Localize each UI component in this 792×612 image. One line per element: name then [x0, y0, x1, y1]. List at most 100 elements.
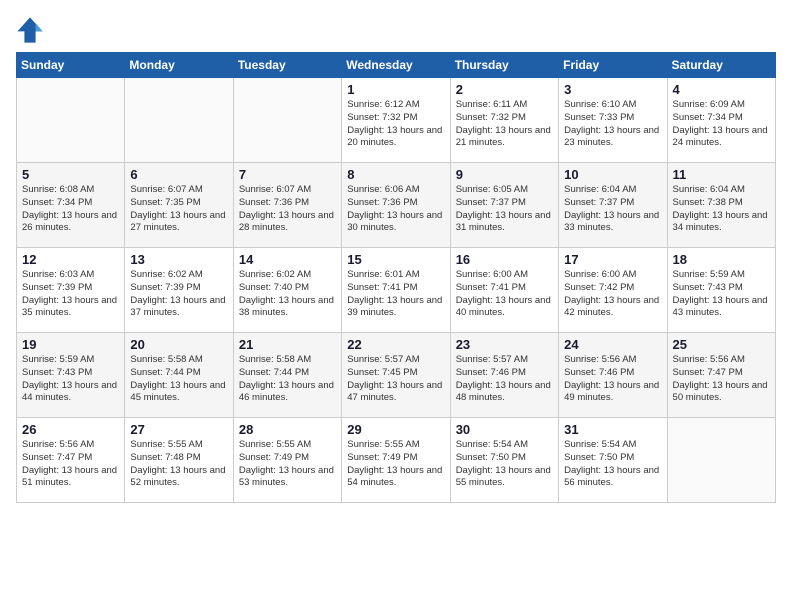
day-number: 30 [456, 422, 553, 437]
calendar-cell [125, 78, 233, 163]
calendar-cell: 10 Sunrise: 6:04 AMSunset: 7:37 PMDayligh… [559, 163, 667, 248]
day-number: 28 [239, 422, 336, 437]
calendar-cell: 13 Sunrise: 6:02 AMSunset: 7:39 PMDayligh… [125, 248, 233, 333]
calendar-cell: 2 Sunrise: 6:11 AMSunset: 7:32 PMDaylight… [450, 78, 558, 163]
day-number: 31 [564, 422, 661, 437]
day-number: 27 [130, 422, 227, 437]
day-info: Sunrise: 5:59 AMSunset: 7:43 PMDaylight:… [673, 269, 770, 320]
calendar-cell: 12 Sunrise: 6:03 AMSunset: 7:39 PMDayligh… [17, 248, 125, 333]
day-info: Sunrise: 6:05 AMSunset: 7:37 PMDaylight:… [456, 184, 553, 235]
day-info: Sunrise: 6:08 AMSunset: 7:34 PMDaylight:… [22, 184, 119, 235]
calendar-cell: 8Sunrise: 6:06 AMSunset: 7:36 PMDaylight… [342, 163, 450, 248]
calendar-cell: 30 Sunrise: 5:54 AMSunset: 7:50 PMDayligh… [450, 418, 558, 503]
calendar-cell: 21 Sunrise: 5:58 AMSunset: 7:44 PMDayligh… [233, 333, 341, 418]
calendar-cell: 22 Sunrise: 5:57 AMSunset: 7:45 PMDayligh… [342, 333, 450, 418]
calendar-cell: 29Sunrise: 5:55 AMSunset: 7:49 PMDayligh… [342, 418, 450, 503]
day-number: 12 [22, 252, 119, 267]
day-info: Sunrise: 6:10 AMSunset: 7:33 PMDaylight:… [564, 99, 661, 150]
day-info: Sunrise: 5:54 AMSunset: 7:50 PMDaylight:… [456, 439, 553, 490]
day-info: Sunrise: 6:02 AMSunset: 7:40 PMDaylight:… [239, 269, 336, 320]
calendar-cell: 18 Sunrise: 5:59 AMSunset: 7:43 PMDayligh… [667, 248, 775, 333]
day-info: Sunrise: 6:01 AMSunset: 7:41 PMDaylight:… [347, 269, 444, 320]
day-info: Sunrise: 6:00 AMSunset: 7:42 PMDaylight:… [564, 269, 661, 320]
calendar-cell [17, 78, 125, 163]
calendar-cell: 15 Sunrise: 6:01 AMSunset: 7:41 PMDayligh… [342, 248, 450, 333]
calendar-cell: 28 Sunrise: 5:55 AMSunset: 7:49 PMDayligh… [233, 418, 341, 503]
day-info: Sunrise: 5:57 AMSunset: 7:46 PMDaylight:… [456, 354, 553, 405]
day-info: Sunrise: 5:54 AMSunset: 7:50 PMDaylight:… [564, 439, 661, 490]
calendar-cell: 16Sunrise: 6:00 AMSunset: 7:41 PMDayligh… [450, 248, 558, 333]
header-wednesday: Wednesday [342, 53, 450, 78]
calendar-week-2: 5 Sunrise: 6:08 AMSunset: 7:34 PMDaylight… [17, 163, 776, 248]
day-info: Sunrise: 5:55 AMSunset: 7:48 PMDaylight:… [130, 439, 227, 490]
calendar-cell [233, 78, 341, 163]
day-number: 5 [22, 167, 119, 182]
calendar-cell: 14 Sunrise: 6:02 AMSunset: 7:40 PMDayligh… [233, 248, 341, 333]
header-saturday: Saturday [667, 53, 775, 78]
day-info: Sunrise: 6:03 AMSunset: 7:39 PMDaylight:… [22, 269, 119, 320]
day-info: Sunrise: 5:56 AMSunset: 7:46 PMDaylight:… [564, 354, 661, 405]
calendar-cell: 17 Sunrise: 6:00 AMSunset: 7:42 PMDayligh… [559, 248, 667, 333]
header-sunday: Sunday [17, 53, 125, 78]
calendar-cell: 31 Sunrise: 5:54 AMSunset: 7:50 PMDayligh… [559, 418, 667, 503]
day-number: 17 [564, 252, 661, 267]
day-number: 16 [456, 252, 553, 267]
day-number: 25 [673, 337, 770, 352]
day-number: 15 [347, 252, 444, 267]
day-info: Sunrise: 6:07 AMSunset: 7:36 PMDaylight:… [239, 184, 336, 235]
calendar-cell: 4 Sunrise: 6:09 AMSunset: 7:34 PMDaylight… [667, 78, 775, 163]
day-info: Sunrise: 5:57 AMSunset: 7:45 PMDaylight:… [347, 354, 444, 405]
header-monday: Monday [125, 53, 233, 78]
day-info: Sunrise: 6:04 AMSunset: 7:37 PMDaylight:… [564, 184, 661, 235]
day-info: Sunrise: 5:56 AMSunset: 7:47 PMDaylight:… [22, 439, 119, 490]
calendar-cell: 5 Sunrise: 6:08 AMSunset: 7:34 PMDaylight… [17, 163, 125, 248]
day-number: 20 [130, 337, 227, 352]
day-number: 7 [239, 167, 336, 182]
calendar-cell: 3 Sunrise: 6:10 AMSunset: 7:33 PMDaylight… [559, 78, 667, 163]
day-number: 14 [239, 252, 336, 267]
calendar-week-3: 12 Sunrise: 6:03 AMSunset: 7:39 PMDayligh… [17, 248, 776, 333]
day-number: 22 [347, 337, 444, 352]
calendar-cell: 6 Sunrise: 6:07 AMSunset: 7:35 PMDaylight… [125, 163, 233, 248]
calendar-cell: 11 Sunrise: 6:04 AMSunset: 7:38 PMDayligh… [667, 163, 775, 248]
day-info: Sunrise: 6:07 AMSunset: 7:35 PMDaylight:… [130, 184, 227, 235]
day-number: 9 [456, 167, 553, 182]
calendar-header-row: SundayMondayTuesdayWednesdayThursdayFrid… [17, 53, 776, 78]
day-info: Sunrise: 6:06 AMSunset: 7:36 PMDaylight:… [347, 184, 444, 235]
calendar-cell: 9 Sunrise: 6:05 AMSunset: 7:37 PMDaylight… [450, 163, 558, 248]
day-number: 21 [239, 337, 336, 352]
day-info: Sunrise: 6:12 AMSunset: 7:32 PMDaylight:… [347, 99, 444, 150]
day-number: 26 [22, 422, 119, 437]
calendar-cell: 19Sunrise: 5:59 AMSunset: 7:43 PMDayligh… [17, 333, 125, 418]
day-number: 11 [673, 167, 770, 182]
day-number: 4 [673, 82, 770, 97]
day-info: Sunrise: 6:02 AMSunset: 7:39 PMDaylight:… [130, 269, 227, 320]
calendar-cell [667, 418, 775, 503]
calendar-cell: 27 Sunrise: 5:55 AMSunset: 7:48 PMDayligh… [125, 418, 233, 503]
day-number: 13 [130, 252, 227, 267]
day-number: 18 [673, 252, 770, 267]
day-info: Sunrise: 5:55 AMSunset: 7:49 PMDaylight:… [239, 439, 336, 490]
calendar-cell: 1 Sunrise: 6:12 AMSunset: 7:32 PMDaylight… [342, 78, 450, 163]
calendar-cell: 25 Sunrise: 5:56 AMSunset: 7:47 PMDayligh… [667, 333, 775, 418]
header-thursday: Thursday [450, 53, 558, 78]
day-info: Sunrise: 5:56 AMSunset: 7:47 PMDaylight:… [673, 354, 770, 405]
day-number: 1 [347, 82, 444, 97]
calendar-week-1: 1 Sunrise: 6:12 AMSunset: 7:32 PMDaylight… [17, 78, 776, 163]
calendar-cell: 26 Sunrise: 5:56 AMSunset: 7:47 PMDayligh… [17, 418, 125, 503]
calendar-cell: 7 Sunrise: 6:07 AMSunset: 7:36 PMDaylight… [233, 163, 341, 248]
day-number: 3 [564, 82, 661, 97]
day-number: 10 [564, 167, 661, 182]
day-info: Sunrise: 6:09 AMSunset: 7:34 PMDaylight:… [673, 99, 770, 150]
day-info: Sunrise: 6:11 AMSunset: 7:32 PMDaylight:… [456, 99, 553, 150]
day-info: Sunrise: 5:58 AMSunset: 7:44 PMDaylight:… [239, 354, 336, 405]
day-number: 29 [347, 422, 444, 437]
day-number: 6 [130, 167, 227, 182]
day-info: Sunrise: 6:04 AMSunset: 7:38 PMDaylight:… [673, 184, 770, 235]
day-number: 2 [456, 82, 553, 97]
day-number: 24 [564, 337, 661, 352]
day-info: Sunrise: 5:59 AMSunset: 7:43 PMDaylight:… [22, 354, 119, 405]
logo [16, 16, 48, 44]
calendar-cell: 24 Sunrise: 5:56 AMSunset: 7:46 PMDayligh… [559, 333, 667, 418]
calendar-cell: 23Sunrise: 5:57 AMSunset: 7:46 PMDayligh… [450, 333, 558, 418]
